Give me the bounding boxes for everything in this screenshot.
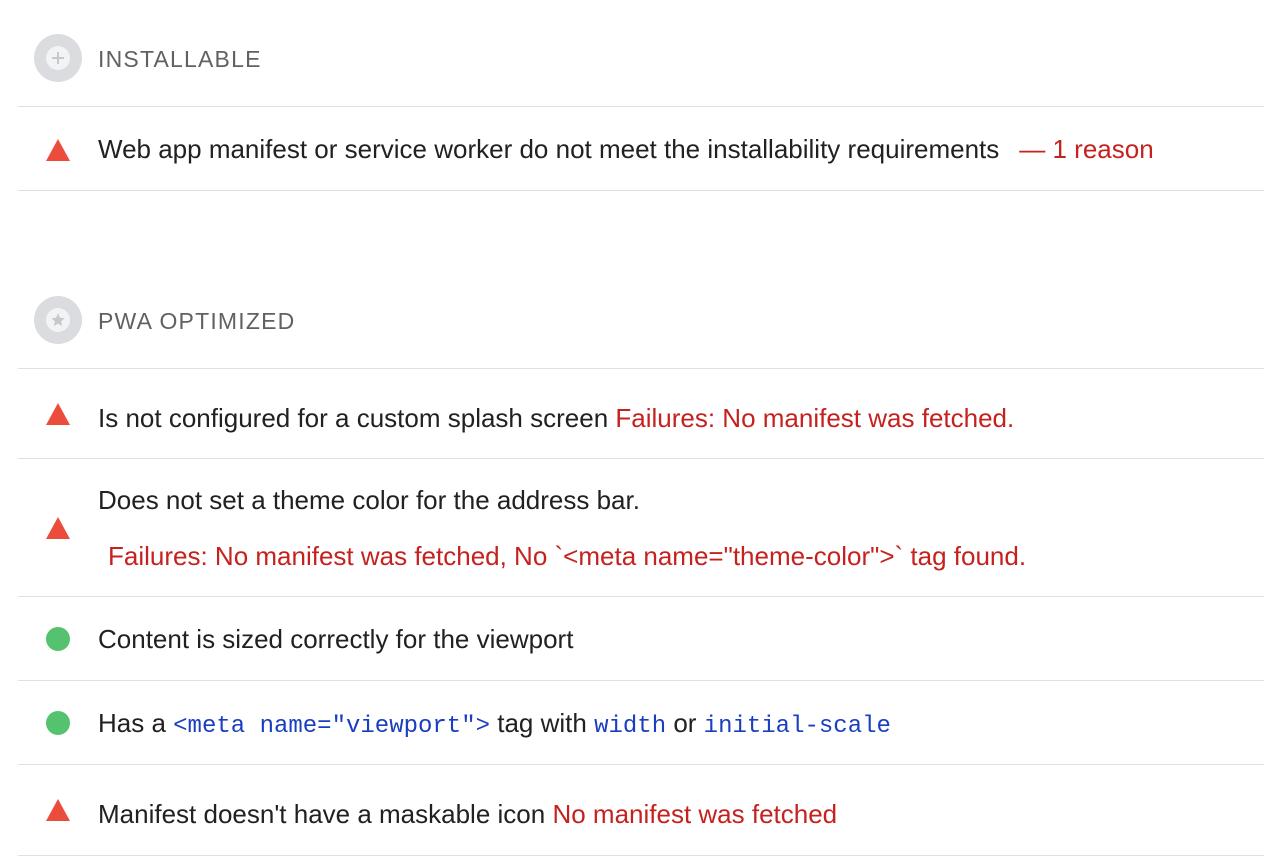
- warning-triangle-icon: [46, 403, 70, 425]
- audit-title: Web app manifest or service worker do no…: [98, 134, 1000, 164]
- audit-detail: No manifest was fetched: [552, 799, 838, 829]
- code-width: width: [594, 713, 667, 740]
- audit-viewport[interactable]: Has a <meta name="viewport"> tag with wi…: [18, 681, 1264, 765]
- audit-maskable-icon[interactable]: Manifest doesn't have a maskable icon No…: [18, 765, 1264, 856]
- code-initial-scale: initial-scale: [703, 713, 891, 740]
- audit-detail: — 1 reason: [1019, 134, 1154, 164]
- audit-title-text: Has a: [98, 708, 174, 738]
- audit-title-text: tag with: [490, 708, 595, 738]
- group-title: INSTALLABLE: [98, 46, 262, 72]
- pass-circle-icon: [46, 711, 70, 735]
- audit-splash-screen[interactable]: Is not configured for a custom splash sc…: [18, 369, 1264, 459]
- audit-title: Manifest doesn't have a maskable icon: [98, 799, 546, 829]
- audit-theme-color[interactable]: Does not set a theme color for the addre…: [18, 459, 1264, 597]
- group-header-pwa-optimized: PWA OPTIMIZED: [18, 281, 1264, 369]
- audit-detail: Failures: No manifest was fetched, No `<…: [108, 541, 1027, 571]
- audit-detail: Failures: No manifest was fetched.: [615, 403, 1015, 433]
- audit-content-width[interactable]: Content is sized correctly for the viewp…: [18, 597, 1264, 681]
- audit-title: Is not configured for a custom splash sc…: [98, 403, 609, 433]
- pass-circle-icon: [46, 627, 70, 651]
- audit-title-text: or: [666, 708, 704, 738]
- group-header-installable: INSTALLABLE: [18, 19, 1264, 107]
- code-meta-viewport: <meta name="viewport">: [173, 713, 491, 740]
- star-icon: [34, 296, 82, 344]
- warning-triangle-icon: [46, 799, 70, 821]
- audit-installability[interactable]: Web app manifest or service worker do no…: [18, 107, 1264, 191]
- audit-title: Content is sized correctly for the viewp…: [98, 624, 574, 654]
- warning-triangle-icon: [46, 139, 70, 161]
- warning-triangle-icon: [46, 517, 70, 539]
- audit-title: Does not set a theme color for the addre…: [98, 485, 640, 515]
- group-title: PWA OPTIMIZED: [98, 308, 296, 334]
- plus-icon: [34, 34, 82, 82]
- audit-title: Has a <meta name="viewport"> tag with wi…: [98, 707, 891, 743]
